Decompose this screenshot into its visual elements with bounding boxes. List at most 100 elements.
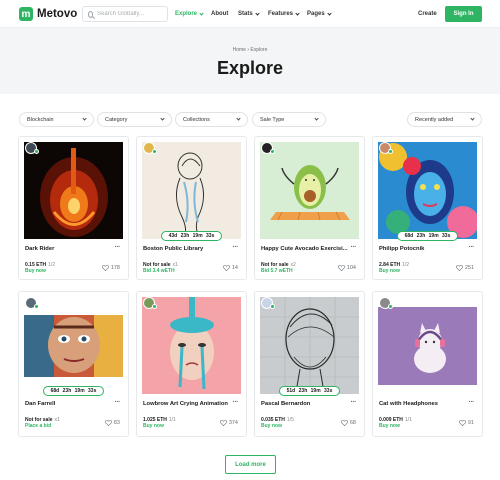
sort-select[interactable]: Recently added (407, 112, 482, 127)
verified-icon (270, 304, 275, 309)
like-count: 374 (228, 420, 238, 426)
nft-card[interactable]: 68d 23h 19m 33s Philipp Potocnik ··· 2.8… (372, 136, 483, 280)
nft-card[interactable]: Lowbrow Art Crying Animation ··· 1.025 E… (136, 291, 247, 437)
collections-filter[interactable]: Collections (175, 112, 248, 127)
breadcrumb-current: Explore (250, 47, 268, 53)
chevron-down-icon (295, 10, 300, 16)
search-box[interactable] (82, 6, 168, 22)
nft-edition: 1/1 (404, 417, 412, 423)
like-count: 14 (231, 265, 238, 271)
nft-title[interactable]: Happy Cute Avocado Exercisi... (261, 246, 349, 252)
buy-now-link[interactable]: Buy now (25, 268, 46, 274)
nft-image[interactable] (378, 142, 477, 239)
search-icon (88, 10, 93, 18)
more-options-icon[interactable]: ··· (469, 399, 475, 406)
nav-features-label: Features (268, 11, 294, 17)
like-button[interactable]: 251 (455, 265, 474, 271)
buy-now-link[interactable]: Buy now (379, 268, 400, 274)
chevron-down-icon (236, 116, 241, 121)
chevron-down-icon (255, 10, 260, 16)
chevron-down-icon (327, 10, 332, 16)
more-options-icon[interactable]: ··· (115, 244, 121, 251)
like-button[interactable]: 14 (222, 265, 238, 271)
like-button[interactable]: 83 (104, 420, 120, 426)
bid-link[interactable]: Bid 5.7 wETH (261, 268, 293, 274)
like-count: 251 (464, 265, 474, 271)
more-options-icon[interactable]: ··· (351, 399, 357, 406)
heart-icon (222, 265, 230, 271)
verified-icon (152, 304, 157, 309)
load-more-button[interactable]: Load more (225, 455, 276, 474)
like-button[interactable]: 104 (337, 265, 356, 271)
nft-card[interactable]: 43d 23h 19m 33s Boston Public Library ··… (136, 136, 247, 280)
search-input[interactable] (97, 11, 167, 17)
blockchain-filter[interactable]: Blockchain (19, 112, 94, 127)
create-link[interactable]: Create (418, 11, 437, 17)
nft-title[interactable]: Dan Farrell (25, 401, 113, 407)
nft-card[interactable]: 68d 23h 19m 33s Dan Farrell ··· Not for … (18, 291, 129, 437)
nft-edition: 1/2 (402, 262, 410, 268)
like-button[interactable]: 374 (219, 420, 238, 426)
nft-title[interactable]: Boston Public Library (143, 246, 231, 252)
buy-now-link[interactable]: Buy now (379, 423, 400, 429)
like-button[interactable]: 91 (458, 420, 474, 426)
like-count: 83 (113, 420, 120, 426)
nav-about[interactable]: About (211, 11, 228, 17)
nft-image[interactable] (142, 142, 241, 239)
nft-title[interactable]: Dark Rider (25, 246, 113, 252)
nft-card[interactable]: Happy Cute Avocado Exercisi... ··· Not f… (254, 136, 365, 280)
verified-icon (152, 149, 157, 154)
breadcrumb-separator: › (247, 47, 250, 53)
nft-image[interactable] (260, 297, 359, 394)
breadcrumb-home[interactable]: Home (233, 47, 246, 53)
nft-edition: 1/2 (48, 262, 56, 268)
sign-in-button[interactable]: Sign In (445, 6, 482, 22)
nav-explore[interactable]: Explore (175, 10, 204, 17)
buy-now-link[interactable]: Buy now (143, 423, 164, 429)
like-count: 68 (349, 420, 356, 426)
auction-timer: 68d 23h 19m 33s (43, 386, 104, 396)
sale-type-filter-label: Sale Type (260, 116, 285, 123)
more-options-icon[interactable]: ··· (469, 244, 475, 251)
more-options-icon[interactable]: ··· (233, 244, 239, 251)
nav-features[interactable]: Features (268, 10, 300, 17)
buy-now-link[interactable]: Buy now (261, 423, 282, 429)
like-button[interactable]: 178 (101, 265, 120, 271)
more-options-icon[interactable]: ··· (233, 399, 239, 406)
category-filter[interactable]: Category (97, 112, 172, 127)
place-bid-link[interactable]: Place a bid (25, 423, 51, 429)
nft-title[interactable]: Pascal Bernardon (261, 401, 349, 407)
nft-title[interactable]: Cat with Headphones (379, 401, 467, 407)
like-button[interactable]: 68 (340, 420, 356, 426)
heart-icon (337, 265, 345, 271)
page-title: Explore (216, 58, 284, 78)
chevron-down-icon (199, 10, 204, 16)
nav-pages[interactable]: Pages (307, 10, 332, 17)
nav-stats[interactable]: Stats (238, 10, 260, 17)
nft-card[interactable]: Dark Rider ··· 0.15 ETH 1/2 Buy now 178 (18, 136, 129, 280)
nft-image[interactable] (24, 297, 123, 394)
auction-timer: 68d 23h 19m 33s (397, 231, 458, 241)
nft-image[interactable] (142, 297, 241, 394)
more-options-icon[interactable]: ··· (351, 244, 357, 251)
nft-card[interactable]: 51d 23h 19m 33s Pascal Bernardon ··· 0.0… (254, 291, 365, 437)
chevron-down-icon (470, 116, 475, 121)
verified-icon (388, 304, 393, 309)
sale-type-filter[interactable]: Sale Type (252, 112, 326, 127)
nft-image[interactable] (260, 142, 359, 239)
heart-icon (219, 420, 227, 426)
nft-image[interactable] (24, 142, 123, 239)
logo[interactable]: m Metovo (19, 7, 77, 21)
chevron-down-icon (160, 116, 165, 121)
nft-title[interactable]: Philipp Potocnik (379, 246, 467, 252)
nav-pages-label: Pages (307, 11, 325, 17)
nft-title[interactable]: Lowbrow Art Crying Animation (143, 401, 231, 407)
more-options-icon[interactable]: ··· (115, 399, 121, 406)
auction-timer: 43d 23h 19m 33s (161, 231, 222, 241)
nft-image[interactable] (378, 297, 477, 394)
verified-icon (34, 304, 39, 309)
bid-link[interactable]: Bid 3.4 wETH (143, 268, 175, 274)
nft-card[interactable]: Cat with Headphones ··· 0.009 ETH 1/1 Buy… (372, 291, 483, 437)
verified-icon (270, 149, 275, 154)
like-count: 91 (467, 420, 474, 426)
